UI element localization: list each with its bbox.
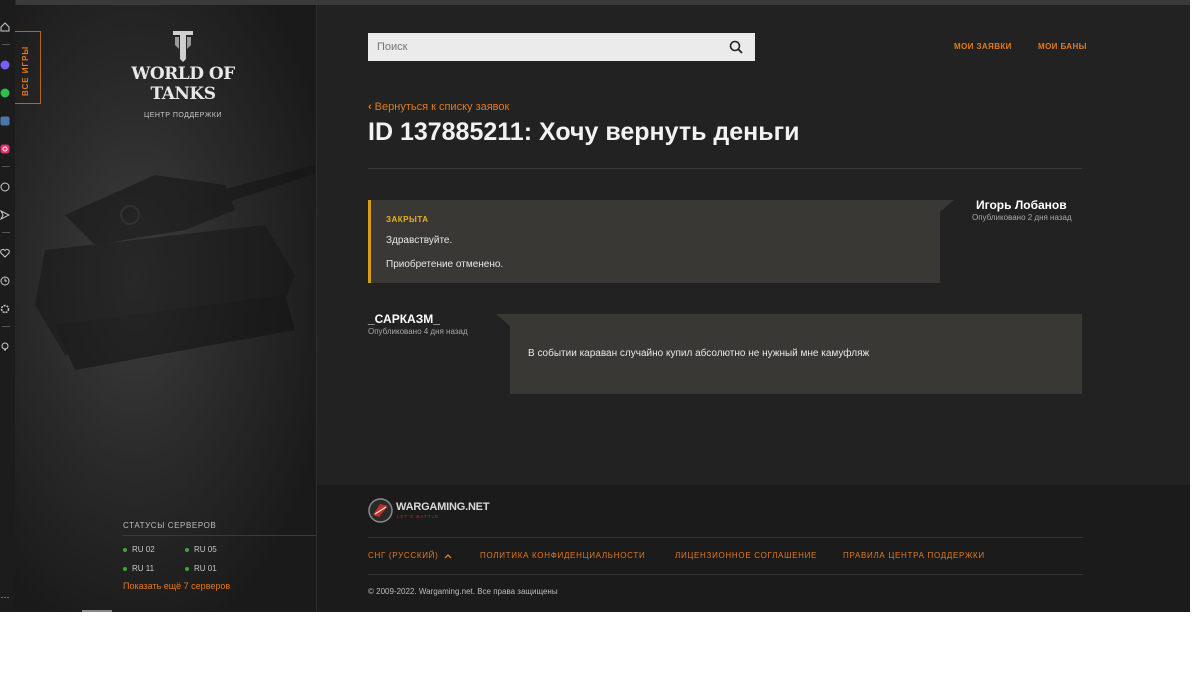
server-status-item: RU 01 bbox=[185, 564, 217, 573]
heart-icon[interactable] bbox=[0, 248, 10, 258]
all-games-label: ВСЕ ИГРЫ bbox=[21, 45, 30, 96]
tank-background-image bbox=[35, 165, 315, 370]
sidebar-divider bbox=[2, 166, 10, 167]
online-dot-icon bbox=[185, 566, 189, 571]
back-link-label: Вернуться к списку заявок bbox=[374, 101, 510, 113]
title-divider bbox=[368, 168, 1082, 169]
wot-logo[interactable]: WORLD OF TANKS ЦЕНТР ПОДДЕРЖКИ bbox=[123, 29, 243, 119]
send-icon[interactable] bbox=[0, 209, 11, 221]
message-date: Опубликовано 4 дня назад bbox=[368, 327, 468, 336]
instagram-icon[interactable] bbox=[0, 144, 10, 154]
wargaming-wordmark: WARGAMING.NET bbox=[396, 501, 490, 513]
whatsapp-icon[interactable] bbox=[0, 88, 10, 98]
all-games-button[interactable]: ВСЕ ИГРЫ bbox=[15, 31, 41, 104]
my-requests-link[interactable]: МОИ ЗАЯВКИ bbox=[954, 42, 1012, 51]
support-message: ЗАКРЫТА Здравствуйте. Приобретение отмен… bbox=[368, 200, 940, 283]
messenger-icon[interactable] bbox=[0, 60, 10, 70]
message-tail bbox=[940, 200, 954, 212]
privacy-policy-link[interactable]: ПОЛИТИКА КОНФИДЕНЦИАЛЬНОСТИ bbox=[480, 551, 645, 560]
support-page: ВСЕ ИГРЫ WORLD OF TANKS ЦЕНТР ПОДДЕРЖКИ … bbox=[15, 5, 1190, 612]
chat-icon[interactable] bbox=[0, 182, 10, 192]
server-status-item: RU 11 bbox=[123, 564, 154, 573]
search-input[interactable] bbox=[377, 40, 707, 54]
message-line: Приобретение отменено. bbox=[386, 259, 504, 270]
message-date: Опубликовано 2 дня назад bbox=[972, 213, 1072, 222]
logo-subtitle: ЦЕНТР ПОДДЕРЖКИ bbox=[144, 112, 222, 119]
logo-wordmark: WORLD OF TANKS bbox=[131, 64, 235, 104]
online-dot-icon bbox=[123, 547, 127, 552]
search-bar[interactable] bbox=[368, 33, 755, 61]
server-status-item: RU 02 bbox=[123, 545, 155, 554]
footer: WARGAMING.NET LET'S BATTLE СНГ (РУССКИЙ)… bbox=[317, 485, 1190, 612]
support-rules-link[interactable]: ПРАВИЛА ЦЕНТРА ПОДДЕРЖКИ bbox=[843, 551, 985, 560]
chevron-up-icon bbox=[444, 553, 452, 559]
chevron-left-icon: ‹ bbox=[368, 101, 372, 113]
region-label: СНГ (РУССКИЙ) bbox=[368, 551, 439, 560]
sidebar-divider bbox=[2, 44, 10, 45]
footer-divider bbox=[368, 537, 1083, 538]
sidebar-divider bbox=[2, 232, 10, 233]
message-line: Здравствуйте. bbox=[386, 235, 453, 246]
online-dot-icon bbox=[123, 566, 127, 571]
settings-icon[interactable] bbox=[0, 304, 10, 314]
region-language-selector[interactable]: СНГ (РУССКИЙ) bbox=[368, 551, 452, 560]
more-icon[interactable]: ⋯ bbox=[0, 592, 10, 602]
home-icon[interactable] bbox=[0, 22, 10, 32]
wargaming-tagline: LET'S BATTLE bbox=[397, 514, 440, 519]
license-agreement-link[interactable]: ЛИЦЕНЗИОННОЕ СОГЛАШЕНИЕ bbox=[675, 551, 817, 560]
user-message: В событии караван случайно купил абсолют… bbox=[510, 314, 1082, 394]
left-panel: ВСЕ ИГРЫ WORLD OF TANKS ЦЕНТР ПОДДЕРЖКИ … bbox=[15, 5, 317, 612]
clock-icon[interactable] bbox=[0, 276, 10, 286]
online-dot-icon bbox=[185, 547, 189, 552]
message-tail bbox=[496, 314, 510, 326]
search-icon[interactable] bbox=[729, 40, 743, 54]
show-more-servers-link[interactable]: Показать ещё 7 серверов bbox=[123, 581, 230, 591]
back-to-requests-link[interactable]: ‹ Вернуться к списку заявок bbox=[368, 101, 509, 113]
sidebar-divider bbox=[2, 326, 10, 327]
server-status-divider bbox=[123, 535, 316, 536]
vk-icon[interactable] bbox=[0, 116, 10, 126]
message-author: Игорь Лобанов bbox=[976, 198, 1067, 212]
status-badge: ЗАКРЫТА bbox=[386, 215, 429, 224]
horizontal-scrollbar[interactable] bbox=[82, 610, 112, 612]
message-author: _САРКАЗМ_ bbox=[368, 312, 440, 326]
wot-emblem-icon bbox=[173, 31, 193, 62]
my-bans-link[interactable]: МОИ БАНЫ bbox=[1038, 42, 1087, 51]
copyright-text: © 2009-2022. Wargaming.net. Все права за… bbox=[368, 587, 558, 596]
ticket-title: ID 137885211: Хочу вернуть деньги bbox=[368, 118, 800, 146]
server-status-title: СТАТУСЫ СЕРВЕРОВ bbox=[123, 521, 217, 530]
browser-sidebar: ⋯ bbox=[0, 0, 16, 612]
message-line: В событии караван случайно купил абсолют… bbox=[528, 348, 870, 359]
server-status-item: RU 05 bbox=[185, 545, 217, 554]
wargaming-emblem-icon bbox=[368, 498, 393, 523]
footer-divider bbox=[368, 574, 1083, 575]
bulb-icon[interactable] bbox=[0, 342, 10, 352]
